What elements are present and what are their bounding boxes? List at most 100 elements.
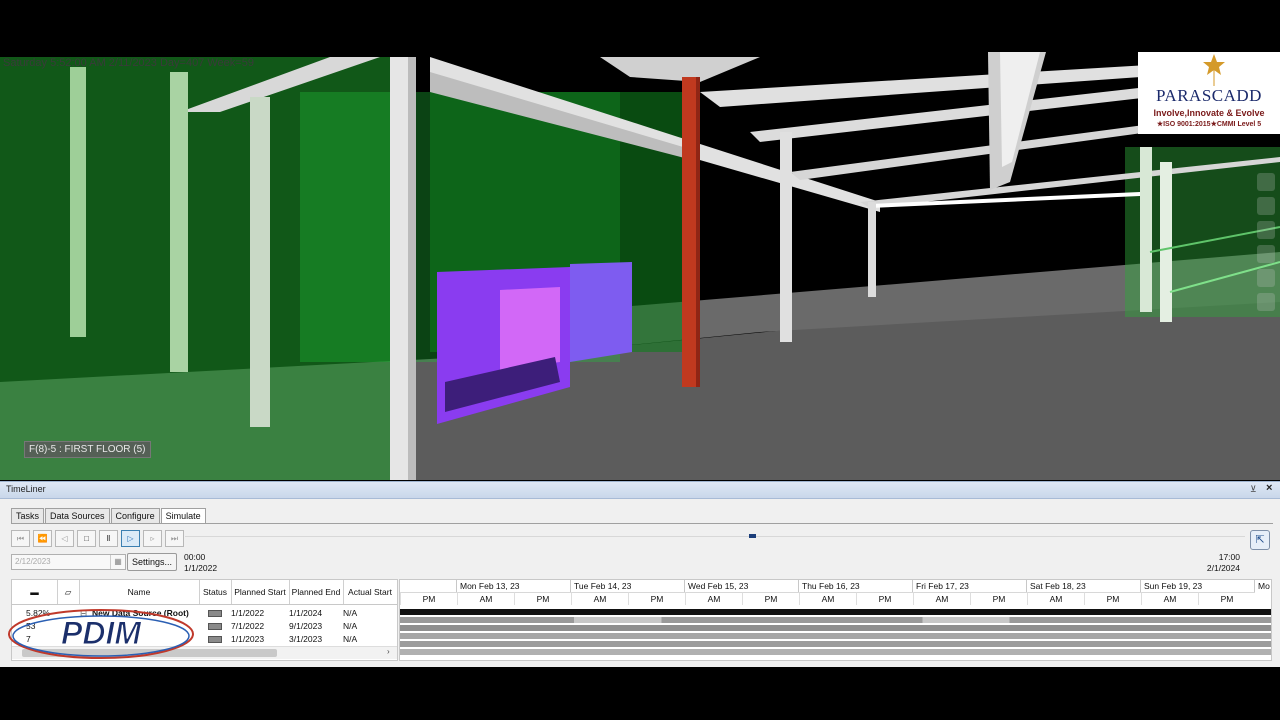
steering-wheel-icon[interactable] (1257, 173, 1275, 191)
gantt-ampm-label: PM (856, 592, 913, 605)
pause-icon[interactable]: Ⅱ (99, 530, 118, 547)
gantt-ampm-label: PM (742, 592, 799, 605)
actual-start: N/A (343, 621, 358, 631)
tab-divider (11, 523, 1273, 524)
simulation-time-slider[interactable] (185, 536, 1245, 537)
start-date: 1/1/2022 (184, 563, 218, 573)
task-grid-header: ▬ ▱ Name Status Planned Start Planned En… (12, 580, 397, 605)
pin-icon[interactable]: ⊻ (1250, 484, 1257, 495)
gantt-day-label: Sat Feb 18, 23 (1026, 580, 1140, 592)
gantt-ampm-label: AM (457, 592, 514, 605)
timeliner-title: TimeLiner (6, 484, 46, 494)
gantt-bar-task[interactable] (400, 625, 1271, 631)
logo-tagline: Involve,Innovate & Evolve (1153, 108, 1265, 118)
gantt-bar-root[interactable] (400, 609, 1271, 615)
floor-level-label: F(8)-5 : FIRST FLOOR (5) (24, 441, 151, 458)
select-cursor-icon[interactable] (1257, 293, 1275, 311)
end-date: 2/1/2024 (1206, 563, 1240, 573)
date-field-value: 2/12/2023 (15, 557, 51, 566)
close-icon[interactable]: × (1266, 482, 1272, 494)
export-icon[interactable]: ⇱ (1250, 530, 1270, 550)
navisworks-3d-viewport[interactable]: Saturday 5:52:00 AM 2/11/2023 Day=407 We… (0, 52, 1280, 480)
gantt-ampm-label: AM (571, 592, 628, 605)
look-icon[interactable] (1257, 269, 1275, 287)
gantt-day-label: Thu Feb 16, 23 (798, 580, 912, 592)
header-planned-start[interactable]: Planned Start (231, 580, 290, 604)
simulation-start: 00:00 1/1/2022 (184, 552, 217, 574)
gantt-bar-task[interactable] (400, 617, 1271, 623)
gantt-ampm-label: PM (514, 592, 571, 605)
logo-star-icon (1203, 54, 1225, 86)
parascadd-logo: PARASCADD Involve,Innovate & Evolve ★ISO… (1138, 52, 1280, 134)
gantt-day-label: Mon Feb 13, 23 (456, 580, 570, 592)
gantt-ampm-label: PM (628, 592, 685, 605)
step-forward-icon[interactable]: ▹ (143, 530, 162, 547)
tab-configure[interactable]: Configure (110, 508, 160, 523)
tab-simulate[interactable]: Simulate (160, 508, 206, 523)
gantt-ampm-label: PM (1084, 592, 1141, 605)
gantt-bar-task[interactable] (400, 641, 1271, 647)
settings-button[interactable]: Settings... (127, 553, 178, 571)
pdim-text: PDIM (61, 615, 142, 651)
start-time: 00:00 (184, 552, 206, 562)
end-time: 17:00 (1218, 552, 1240, 562)
gantt-ampm-label: PM (970, 592, 1027, 605)
status-bar-icon (208, 623, 222, 630)
header-actual-start[interactable]: Actual Start (343, 580, 397, 604)
tab-tasks[interactable]: Tasks (11, 508, 45, 523)
timeliner-tabs: Tasks Data Sources Configure Simulate (11, 508, 207, 523)
gantt-ampm-label: AM (1027, 592, 1084, 605)
step-back-icon[interactable]: ⏪ (33, 530, 52, 547)
comment-column-icon[interactable]: ▱ (57, 580, 80, 604)
forward-end-icon[interactable]: ⏭ (165, 530, 184, 547)
gantt-chart[interactable]: Mon Feb 13, 23 Tue Feb 14, 23 Wed Feb 15, … (399, 579, 1272, 661)
play-icon[interactable]: ▷ (121, 530, 140, 547)
calendar-icon[interactable]: ▦ (110, 555, 125, 569)
header-name[interactable]: Name (79, 580, 200, 604)
actual-start: N/A (343, 634, 358, 644)
gantt-ampm-label: AM (913, 592, 970, 605)
simulation-end: 17:00 2/1/2024 (1200, 552, 1240, 574)
gantt-day-label: Tue Feb 14, 23 (570, 580, 684, 592)
gantt-day-label: Sun Feb 19, 23 (1140, 580, 1254, 592)
pan-icon[interactable] (1257, 197, 1275, 215)
gantt-ampm-label: AM (799, 592, 856, 605)
logo-certifications: ★ISO 9001:2015★CMMI Level 5 (1156, 121, 1262, 128)
playback-controls: ⏮ ⏪ ◁ □ Ⅱ ▷ ▹ ⏭ (11, 530, 187, 547)
building-model-scene (0, 52, 1280, 480)
planned-end: 3/1/2023 (289, 634, 323, 644)
gantt-bar-task[interactable] (400, 633, 1271, 639)
stop-icon[interactable]: □ (77, 530, 96, 547)
gantt-day-label: Wed Feb 15, 23 (684, 580, 798, 592)
status-bar-icon (208, 636, 222, 643)
gantt-day-label: Fri Feb 17, 23 (912, 580, 1026, 592)
simulation-datetime-overlay: Saturday 5:52:00 AM 2/11/2023 Day=407 We… (3, 57, 254, 69)
orbit-icon[interactable] (1257, 245, 1275, 263)
scroll-right-icon[interactable]: › (387, 647, 390, 656)
planned-start: 1/1/2023 (231, 634, 265, 644)
active-column-icon[interactable]: ▬ (12, 580, 58, 604)
actual-start: N/A (343, 608, 358, 618)
zoom-icon[interactable] (1257, 221, 1275, 239)
planned-start: 1/1/2022 (231, 608, 265, 618)
logo-name: PARASCADD (1156, 86, 1262, 105)
gantt-ampm-label: PM (400, 592, 457, 605)
reverse-play-icon[interactable]: ◁ (55, 530, 74, 547)
gantt-ampm-label: PM (1198, 592, 1255, 605)
rewind-start-icon[interactable]: ⏮ (11, 530, 30, 547)
timeliner-titlebar: TimeLiner ⊻ × (0, 482, 1280, 499)
status-bar-icon (208, 610, 222, 617)
simulation-date-field[interactable]: 2/12/2023 ▦ (11, 554, 126, 570)
tab-data-sources[interactable]: Data Sources (45, 508, 110, 523)
gantt-ampm-label: AM (1141, 592, 1198, 605)
gantt-day-label: Mo (1254, 580, 1271, 592)
header-status[interactable]: Status (199, 580, 232, 604)
pdim-watermark-logo: PDIM (8, 609, 194, 659)
slider-thumb[interactable] (749, 534, 757, 538)
header-planned-end[interactable]: Planned End (289, 580, 344, 604)
planned-end: 1/1/2024 (289, 608, 323, 618)
gantt-bar-task[interactable] (400, 649, 1271, 655)
navigation-toolbar (1255, 167, 1277, 367)
planned-end: 9/1/2023 (289, 621, 323, 631)
gantt-ampm-label: AM (685, 592, 742, 605)
